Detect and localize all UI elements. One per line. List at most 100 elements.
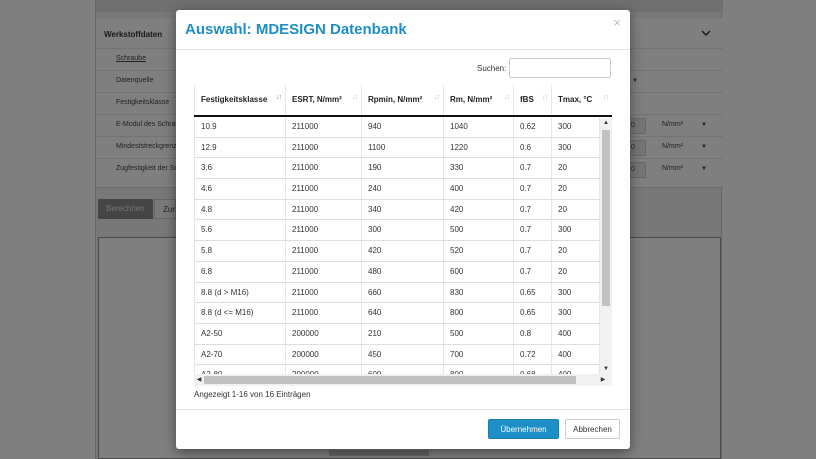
table-cell: 20 — [552, 261, 600, 282]
scroll-right-icon[interactable]: ▶ — [598, 374, 608, 386]
table-cell: 450 — [362, 344, 444, 365]
column-header-festigkeitsklasse[interactable]: Festigkeitsklasse ↓↑ — [194, 85, 286, 115]
column-header-label: fBS — [520, 95, 534, 104]
table-cell: 0.8 — [514, 323, 552, 344]
table-cell: 190 — [362, 158, 444, 179]
table-cell: 400 — [552, 344, 600, 365]
table-cell: 0.65 — [514, 303, 552, 324]
table-row[interactable]: A2-50 200000 210 500 0.8 400 — [194, 323, 600, 345]
modal-header: Auswahl: MDESIGN Datenbank × — [176, 10, 630, 50]
table-cell: 211000 — [286, 220, 362, 241]
abbrechen-button[interactable]: Abbrechen — [565, 419, 620, 439]
table-row[interactable]: 8.8 (d <= M16) 211000 640 800 0.65 300 — [194, 303, 600, 324]
vertical-scrollbar[interactable]: ▲ ▼ — [600, 118, 612, 374]
column-header-label: Rm, N/mm² — [450, 95, 493, 104]
search-label: Suchen: — [477, 64, 507, 73]
uebernehmen-button[interactable]: Übernehmen — [488, 419, 559, 439]
table-cell: 20 — [552, 158, 600, 179]
table-cell: 0.7 — [514, 179, 552, 200]
scroll-down-icon[interactable]: ▼ — [600, 364, 612, 374]
vertical-scroll-thumb[interactable] — [602, 130, 610, 306]
table-row[interactable]: A2-70 200000 450 700 0.72 400 — [194, 344, 600, 366]
table-cell: 600 — [444, 261, 514, 282]
table-cell: 6.8 — [194, 261, 286, 282]
sort-icon: ↓↑ — [504, 94, 510, 101]
column-header-rpmin[interactable]: Rpmin, N/mm² ↓↑ — [362, 85, 444, 115]
modal-footer: Übernehmen Abbrechen — [176, 409, 630, 449]
table-cell: 0.7 — [514, 158, 552, 179]
table-cell: 800 — [444, 303, 514, 324]
search-input[interactable] — [509, 58, 611, 78]
table-cell: 300 — [552, 137, 600, 158]
table-cell: 800 — [444, 365, 514, 374]
table-cell: 211000 — [286, 241, 362, 262]
table-cell: 660 — [362, 282, 444, 303]
sort-icon: ↓↑ — [352, 94, 358, 101]
horizontal-scroll-thumb[interactable] — [204, 376, 576, 384]
sort-icon: ↓↑ — [434, 94, 440, 101]
table-row[interactable]: 3.6 211000 190 330 0.7 20 — [194, 158, 600, 180]
table-row[interactable]: 5.6 211000 300 500 0.7 300 — [194, 220, 600, 242]
table-row[interactable]: 10.9 211000 940 1040 0.62 300 — [194, 118, 600, 138]
table-cell: 211000 — [286, 179, 362, 200]
table-cell: 200000 — [286, 344, 362, 365]
scroll-left-icon[interactable]: ◀ — [194, 374, 204, 386]
table-cell: 240 — [362, 179, 444, 200]
column-header-fbs[interactable]: fBS ↓↑ — [514, 85, 552, 115]
table-cell: 940 — [362, 118, 444, 137]
table-cell: 10.9 — [194, 118, 286, 137]
table-cell: 0.62 — [514, 118, 552, 137]
table-cell: 600 — [362, 365, 444, 374]
table-cell: 300 — [552, 303, 600, 324]
table-cell: 0.68 — [514, 365, 552, 374]
table-cell: 8.8 (d > M16) — [194, 282, 286, 303]
table-cell: 340 — [362, 199, 444, 220]
table-cell: 0.6 — [514, 137, 552, 158]
table-body-viewport[interactable]: 10.9 211000 940 1040 0.62 300 12.9 211000 1100 1… — [194, 118, 612, 374]
table-cell: 0.72 — [514, 344, 552, 365]
column-header-rm[interactable]: Rm, N/mm² ↓↑ — [444, 85, 514, 115]
table-cell: 0.7 — [514, 220, 552, 241]
table-row[interactable]: 4.6 211000 240 400 0.7 20 — [194, 179, 600, 200]
table-cell: 12.9 — [194, 137, 286, 158]
table-cell: 20 — [552, 199, 600, 220]
table-header: Festigkeitsklasse ↓↑ ESRT, N/mm² ↓↑ Rpmi… — [194, 85, 612, 117]
table-cell: 1040 — [444, 118, 514, 137]
table-cell: A2-70 — [194, 344, 286, 365]
table-row[interactable]: 4.8 211000 340 420 0.7 20 — [194, 199, 600, 221]
close-icon[interactable]: × — [613, 16, 621, 30]
table-cell: 330 — [444, 158, 514, 179]
table-cell: 500 — [444, 323, 514, 344]
table-cell: 640 — [362, 303, 444, 324]
column-header-esrt[interactable]: ESRT, N/mm² ↓↑ — [286, 85, 362, 115]
table-cell: 211000 — [286, 303, 362, 324]
table-cell: 0.65 — [514, 282, 552, 303]
scroll-up-icon[interactable]: ▲ — [600, 118, 612, 128]
table-cell: 20 — [552, 241, 600, 262]
column-header-label: Festigkeitsklasse — [201, 95, 268, 104]
horizontal-scrollbar[interactable]: ◀ ▶ — [194, 374, 612, 386]
table-cell: 400 — [552, 323, 600, 344]
table-row[interactable]: A2-802000006008000.68400 — [194, 365, 600, 374]
table-cell: 200000 — [286, 323, 362, 344]
table-row[interactable]: 6.8 211000 480 600 0.7 20 — [194, 261, 600, 283]
sort-icon: ↓↑ — [603, 94, 609, 101]
table-cell: 5.8 — [194, 241, 286, 262]
table-cell: 480 — [362, 261, 444, 282]
sort-ascending-icon: ↓↑ — [276, 94, 282, 101]
table-row[interactable]: 8.8 (d > M16) 211000 660 830 0.65 300 — [194, 282, 600, 304]
table-cell: 4.6 — [194, 179, 286, 200]
table-cell: 200000 — [286, 365, 362, 374]
table-row[interactable]: 12.9 211000 1100 1220 0.6 300 — [194, 137, 600, 159]
table-cell: 400 — [552, 365, 600, 374]
table-row[interactable]: 5.8 211000 420 520 0.7 20 — [194, 241, 600, 262]
data-table: Festigkeitsklasse ↓↑ ESRT, N/mm² ↓↑ Rpmi… — [194, 85, 612, 387]
table-cell: 8.8 (d <= M16) — [194, 303, 286, 324]
table-cell: 830 — [444, 282, 514, 303]
column-header-label: ESRT, N/mm² — [292, 95, 342, 104]
table-cell: 210 — [362, 323, 444, 344]
table-cell: 0.7 — [514, 241, 552, 262]
column-header-label: Tmax, °C — [558, 95, 593, 104]
table-cell: 211000 — [286, 137, 362, 158]
column-header-tmax[interactable]: Tmax, °C ↓↑ — [552, 85, 612, 115]
